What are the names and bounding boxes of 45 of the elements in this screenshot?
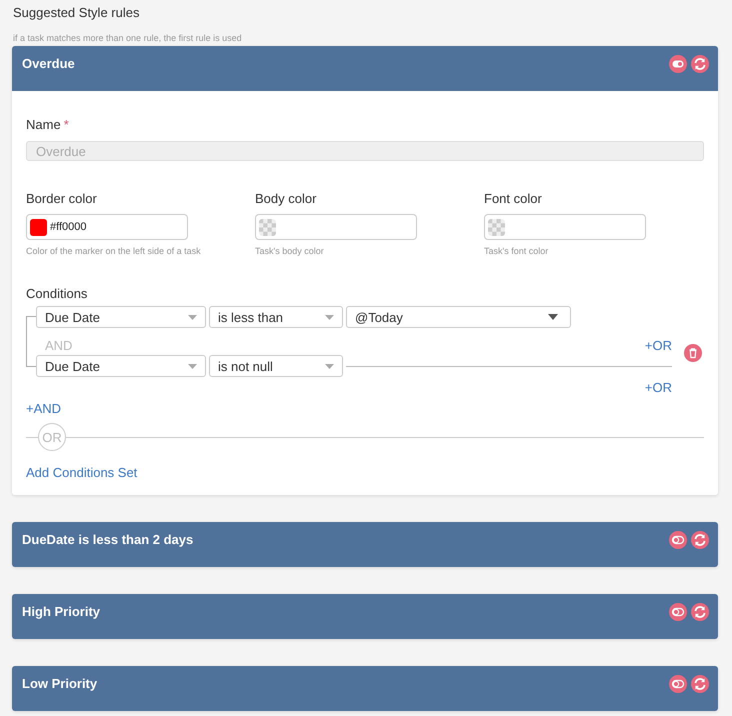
field-label: Body color [255,191,316,206]
rule-header[interactable]: Overdue [12,46,718,91]
caret-icon [325,364,334,368]
operator-dropdown[interactable]: is less than [209,306,343,328]
color-field[interactable] [484,214,646,240]
refresh-icon[interactable] [691,55,709,73]
section-label: Conditions [26,286,88,301]
field-dropdown[interactable]: Due Date [36,306,206,328]
value-dropdown[interactable]: @Today [346,306,571,328]
field-hint: Color of the marker on the left side of a task [26,246,201,256]
field-hint: Task's font color [484,246,548,256]
transparent-swatch-icon [259,218,276,236]
section-title: Suggested Style rules [13,4,140,20]
refresh-icon[interactable] [691,603,709,621]
refresh-icon[interactable] [691,675,709,693]
field-label: Name [26,117,61,132]
toggle-switch[interactable] [669,603,687,621]
trash-icon[interactable] [684,344,702,362]
rule-header[interactable]: Low Priority [12,666,718,711]
transparent-swatch-icon [488,218,505,236]
field-dropdown[interactable]: Due Date [36,355,206,377]
toggle-switch[interactable] [669,675,687,693]
rule-header[interactable]: High Priority [12,594,718,639]
add-conditions-set-link[interactable]: Add Conditions Set [26,465,138,480]
rule-header[interactable]: DueDate is less than 2 days [12,522,718,567]
field-label: Border color [26,191,97,206]
caret-icon [548,314,558,320]
add-or-link[interactable]: +OR [644,338,672,353]
operator-dropdown[interactable]: is not null [209,355,343,377]
toggle-switch[interactable] [669,55,687,73]
caret-icon [325,314,334,320]
and-label: AND [45,338,72,353]
color-field[interactable]: #ff0000 [26,214,188,240]
toggle-switch[interactable] [669,531,687,549]
or-badge: OR [38,423,66,451]
add-and-link[interactable]: +AND [26,401,62,416]
color-field[interactable] [255,214,417,240]
caret-icon [188,364,197,368]
required-mark: * [64,117,69,132]
caret-icon [188,314,197,320]
section-subtitle: if a task matches more than one rule, the first rule is used [13,33,243,43]
field-label: Font color [484,191,542,206]
add-or-link[interactable]: +OR [644,380,672,395]
refresh-icon[interactable] [691,531,709,549]
field-hint: Task's body color [255,246,324,256]
